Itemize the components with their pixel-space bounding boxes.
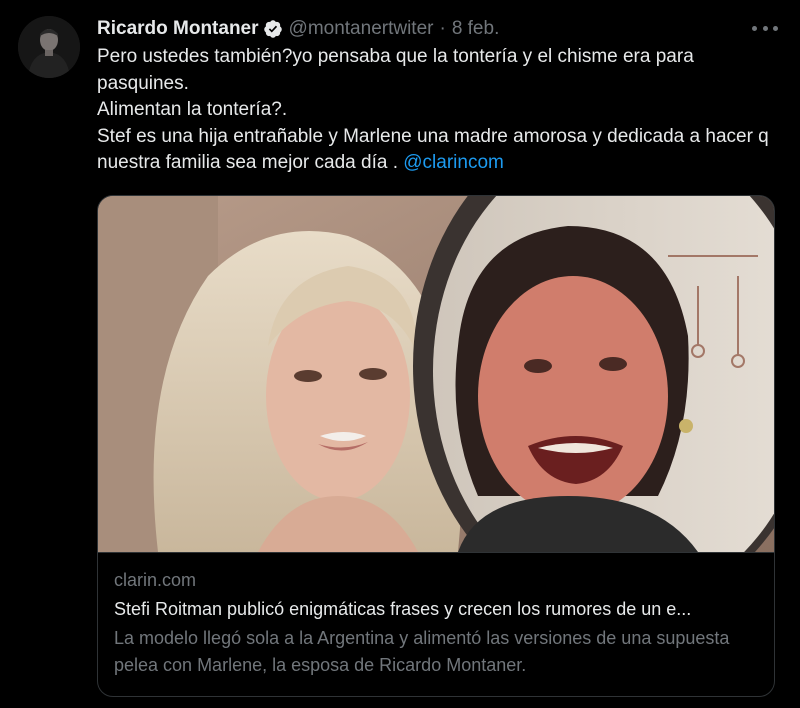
avatar[interactable] xyxy=(18,16,80,78)
separator-dot: · xyxy=(439,18,446,39)
tweet-text: Pero ustedes también?yo pensaba que la t… xyxy=(97,44,777,177)
tweet-header: Ricardo Montaner @montanertwiter · 8 feb… xyxy=(97,14,499,44)
link-card[interactable]: clarin.com Stefi Roitman publicó enigmát… xyxy=(97,195,775,697)
user-handle[interactable]: @montanertwiter xyxy=(289,18,434,40)
timestamp[interactable]: 8 feb. xyxy=(452,18,500,40)
more-options-icon[interactable] xyxy=(752,18,778,38)
mention-link[interactable]: @clarincom xyxy=(403,152,504,173)
card-domain: clarin.com xyxy=(114,570,197,590)
tweet-line: Pero ustedes también?yo pensaba que la t… xyxy=(97,46,694,94)
tweet[interactable]: Ricardo Montaner @montanertwiter · 8 feb… xyxy=(0,0,800,708)
card-description: La modelo llegó sola a la Argentina y al… xyxy=(114,628,730,675)
card-title[interactable]: Stefi Roitman publicó enigmáticas frases… xyxy=(114,596,774,623)
card-footer[interactable]: clarin.com Stefi Roitman publicó enigmát… xyxy=(98,552,774,696)
verified-badge-icon xyxy=(263,20,282,38)
tweet-line: Stef es una hija entrañable y Marlene un… xyxy=(97,124,777,177)
display-name[interactable]: Ricardo Montaner xyxy=(97,18,259,40)
tweet-line: Alimentan la tontería?. xyxy=(97,99,288,120)
card-image[interactable] xyxy=(98,196,775,552)
